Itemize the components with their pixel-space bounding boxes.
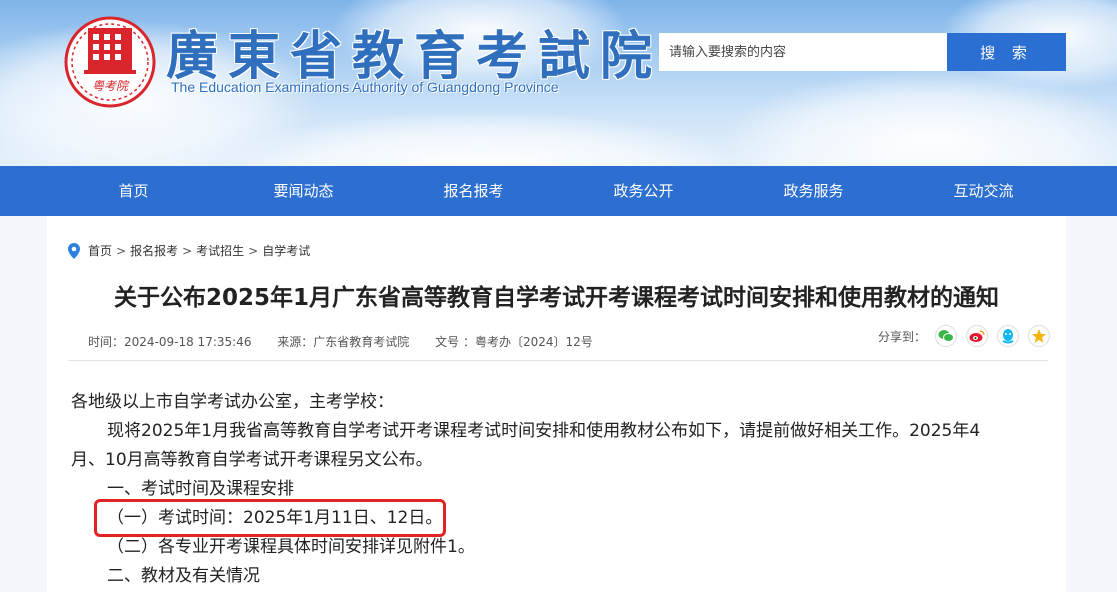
article-source: 来源：广东省教育考试院 — [277, 335, 410, 349]
search-input[interactable] — [659, 33, 947, 71]
course-schedule-line: （二）各专业开考课程具体时间安排详见附件1。 — [107, 537, 475, 557]
search-button[interactable]: 搜 索 — [947, 33, 1066, 71]
site-subtitle: The Education Examinations Authority of … — [171, 79, 559, 95]
logo-text: 粤考院 — [92, 79, 130, 93]
intro-paragraph-cont: 月、10月高等教育自学考试开考课程另文公布。 — [71, 450, 433, 470]
meta-divider — [68, 360, 1048, 361]
nav-item-gov-affairs[interactable]: 政务公开 — [559, 166, 729, 216]
exam-date-highlight-box — [94, 499, 446, 537]
nav-item-news[interactable]: 要闻动态 — [219, 166, 389, 216]
nav-item-gov-services[interactable]: 政务服务 — [729, 166, 899, 216]
document-number: 文号 ：粤考办〔2024〕12号 — [435, 335, 593, 349]
site-title: 廣東省教育考試院 — [166, 26, 663, 87]
site-logo[interactable]: 粤考院 — [62, 14, 158, 110]
location-pin-icon — [68, 242, 80, 259]
wechat-icon[interactable] — [935, 325, 958, 347]
article-body: 各地级以上市自学考试办公室，主考学校： 现将2025年1月我省高等教育自学考试开… — [71, 388, 1051, 591]
publish-time: 时间：2024-09-18 17:35:46 — [88, 335, 252, 349]
qq-icon[interactable] — [997, 325, 1020, 347]
breadcrumb-exam-admission[interactable]: 考试招生 — [196, 242, 244, 259]
intro-paragraph: 现将2025年1月我省高等教育自学考试开考课程考试时间安排和使用教材公布如下，请… — [107, 421, 981, 441]
breadcrumb-separator: > — [182, 243, 193, 258]
nav-item-interaction[interactable]: 互动交流 — [899, 166, 1069, 216]
salutation-paragraph: 各地级以上市自学考试办公室，主考学校： — [71, 392, 394, 412]
breadcrumb-self-study-exam[interactable]: 自学考试 — [262, 242, 310, 259]
share-bar: 分享到： — [878, 323, 1051, 349]
article-meta: 时间：2024-09-18 17:35:46 来源：广东省教育考试院 文号 ：粤… — [88, 333, 615, 350]
nav-item-home[interactable]: 首页 — [49, 166, 219, 216]
breadcrumb: 首页 > 报名报考 > 考试招生 > 自学考试 — [68, 242, 310, 259]
breadcrumb-separator: > — [248, 243, 259, 258]
breadcrumb-registration[interactable]: 报名报考 — [130, 242, 178, 259]
share-label: 分享到： — [878, 329, 927, 344]
article-title: 关于公布2025年1月广东省高等教育自学考试开考课程考试时间安排和使用教材的通知 — [113, 285, 1000, 311]
breadcrumb-home[interactable]: 首页 — [88, 242, 112, 259]
header-banner: 粤考院 廣東省教育考試院 The Education Examinations … — [0, 0, 1117, 166]
breadcrumb-separator: > — [116, 243, 127, 258]
main-nav: 首页 要闻动态 报名报考 政务公开 政务服务 互动交流 — [0, 166, 1117, 216]
qzone-icon[interactable] — [1028, 325, 1051, 347]
nav-item-registration[interactable]: 报名报考 — [389, 166, 559, 216]
weibo-icon[interactable] — [966, 325, 989, 347]
section-heading-textbooks: 二、教材及有关情况 — [107, 566, 260, 586]
